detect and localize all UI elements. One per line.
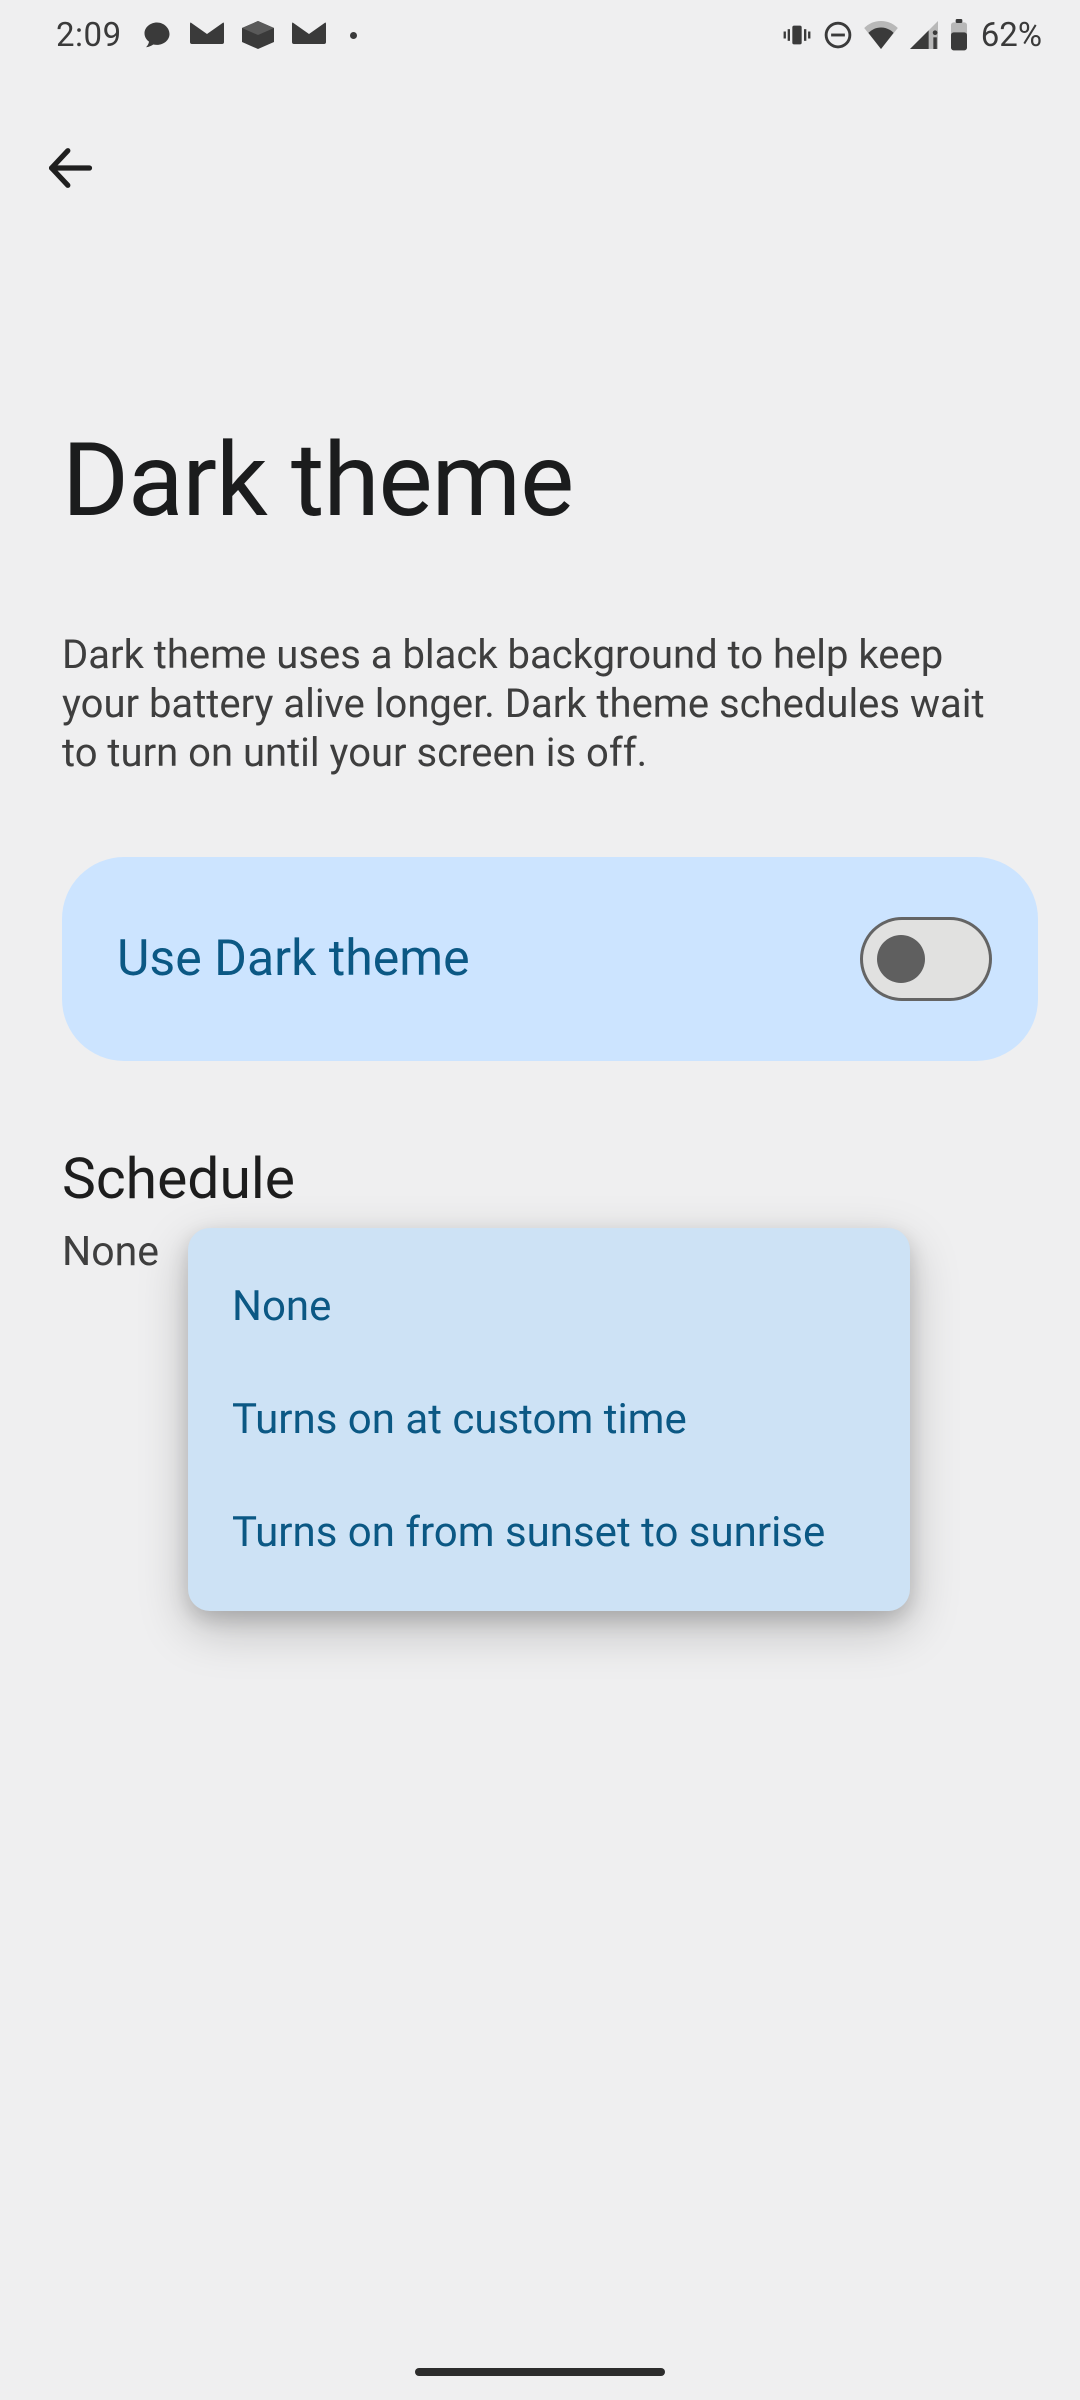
back-button[interactable] (20, 120, 120, 220)
schedule-value: None (62, 1228, 159, 1276)
wifi-icon (863, 21, 899, 49)
use-dark-theme-label: Use Dark theme (117, 930, 470, 988)
schedule-option-none[interactable]: None (188, 1250, 910, 1363)
status-bar: 2:09 62% (0, 0, 1080, 70)
battery-icon (949, 19, 969, 51)
vibrate-icon (781, 21, 813, 49)
toggle-knob (877, 935, 925, 983)
schedule-popup: None Turns on at custom time Turns on fr… (188, 1228, 910, 1611)
page-description: Dark theme uses a black background to he… (62, 630, 1024, 778)
status-left: 2:09 (56, 16, 357, 55)
signal-icon (909, 21, 939, 49)
chat-bubble-icon (142, 20, 172, 50)
navigation-handle[interactable] (415, 2368, 665, 2376)
toolbar (0, 100, 140, 240)
mail-outbox-icon (190, 22, 224, 48)
box-icon (242, 21, 274, 49)
status-right: 62% (781, 16, 1042, 55)
arrow-back-icon (44, 142, 96, 198)
schedule-title: Schedule (62, 1145, 295, 1212)
use-dark-theme-toggle[interactable] (860, 917, 992, 1001)
schedule-option-custom-time[interactable]: Turns on at custom time (188, 1363, 910, 1476)
page-title: Dark theme (62, 420, 573, 540)
status-time: 2:09 (56, 16, 122, 55)
battery-percentage: 62% (981, 16, 1042, 55)
schedule-option-sunset-sunrise[interactable]: Turns on from sunset to sunrise (188, 1476, 910, 1589)
use-dark-theme-row[interactable]: Use Dark theme (62, 857, 1038, 1061)
more-notifications-dot-icon (350, 32, 357, 39)
dnd-icon (823, 20, 853, 50)
mail-outbox-icon-2 (292, 22, 326, 48)
